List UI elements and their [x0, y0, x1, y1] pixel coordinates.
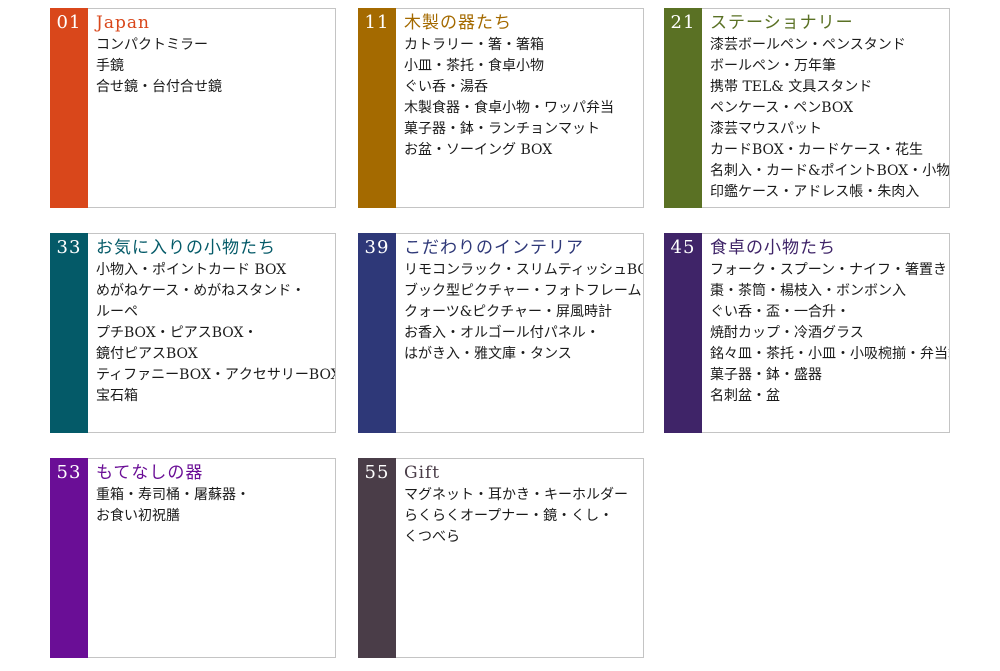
category-number: 11	[358, 8, 396, 208]
category-title[interactable]: お気に入りの小物たち	[96, 237, 335, 259]
list-item[interactable]: はがき入・雅文庫・タンス	[404, 344, 643, 365]
list-item[interactable]: 小皿・茶托・食卓小物	[404, 56, 643, 77]
list-item[interactable]: ブック型ピクチャー・フォトフレーム	[404, 281, 643, 302]
category-card-favorite-accessories[interactable]: 33 お気に入りの小物たち 小物入・ポイントカード BOX めがねケース・めがねス…	[50, 233, 336, 433]
list-item[interactable]: ぐい呑・湯呑	[404, 77, 643, 98]
list-item[interactable]: ルーペ	[96, 302, 335, 323]
list-item[interactable]: 携帯 TEL& 文具スタンド	[710, 77, 949, 98]
list-item[interactable]: 名刺入・カード&ポイントBOX・小物入	[710, 161, 949, 182]
list-item[interactable]: 菓子器・鉢・ランチョンマット	[404, 119, 643, 140]
item-list: 小物入・ポイントカード BOX めがねケース・めがねスタンド・ ルーペ プチBOX・ピ…	[96, 260, 335, 407]
list-item[interactable]: カードBOX・カードケース・花生	[710, 140, 949, 161]
item-list: カトラリー・箸・箸箱 小皿・茶托・食卓小物 ぐい呑・湯呑 木製食器・食卓小物・ワッパ弁…	[404, 35, 643, 161]
list-item[interactable]: 木製食器・食卓小物・ワッパ弁当	[404, 98, 643, 119]
category-title[interactable]: こだわりのインテリア	[404, 237, 643, 259]
category-number: 33	[50, 233, 88, 433]
item-list: フォーク・スプーン・ナイフ・箸置き 棗・茶筒・楊枝入・ボンボン入 ぐい呑・盃・一合升…	[710, 260, 949, 407]
category-title[interactable]: 木製の器たち	[404, 12, 643, 34]
category-number: 53	[50, 458, 88, 658]
list-item[interactable]: 菓子器・鉢・盛器	[710, 365, 949, 386]
list-item[interactable]: お香入・オルゴール付パネル・	[404, 323, 643, 344]
category-card-japan[interactable]: 01 Japan コンパクトミラー 手鏡 合せ鏡・台付合せ鏡	[50, 8, 336, 208]
item-list: コンパクトミラー 手鏡 合せ鏡・台付合せ鏡	[96, 35, 335, 98]
list-item[interactable]: フォーク・スプーン・ナイフ・箸置き	[710, 260, 949, 281]
category-number: 21	[664, 8, 702, 208]
category-number: 01	[50, 8, 88, 208]
list-item[interactable]: お食い初祝膳	[96, 506, 335, 527]
item-list: 漆芸ボールペン・ペンスタンド ボールペン・万年筆 携帯 TEL& 文具スタンド ペンケ…	[710, 35, 949, 203]
category-title[interactable]: ステーショナリー	[710, 12, 949, 34]
item-list: マグネット・耳かき・キーホルダー らくらくオープナー・鏡・くし・ くつべら	[404, 485, 643, 548]
list-item[interactable]: 名刺盆・盆	[710, 386, 949, 407]
list-item[interactable]: めがねケース・めがねスタンド・	[96, 281, 335, 302]
category-card-stationery[interactable]: 21 ステーショナリー 漆芸ボールペン・ペンスタンド ボールペン・万年筆 携帯 TE…	[664, 8, 950, 208]
category-card-interior[interactable]: 39 こだわりのインテリア リモコンラック・スリムティッシュBOX ブック型ピクチ…	[358, 233, 644, 433]
category-title[interactable]: Japan	[96, 12, 335, 34]
list-item[interactable]: カトラリー・箸・箸箱	[404, 35, 643, 56]
list-item[interactable]: 合せ鏡・台付合せ鏡	[96, 77, 335, 98]
list-item[interactable]: プチBOX・ピアスBOX・	[96, 323, 335, 344]
category-number: 45	[664, 233, 702, 433]
list-item[interactable]: 棗・茶筒・楊枝入・ボンボン入	[710, 281, 949, 302]
category-card-hospitality-ware[interactable]: 53 もてなしの器 重箱・寿司桶・屠蘇器・ お食い初祝膳	[50, 458, 336, 658]
category-card-gift[interactable]: 55 Gift マグネット・耳かき・キーホルダー らくらくオープナー・鏡・くし・く…	[358, 458, 644, 658]
list-item[interactable]: コンパクトミラー	[96, 35, 335, 56]
list-item[interactable]: 小物入・ポイントカード BOX	[96, 260, 335, 281]
list-item[interactable]: ペンケース・ペンBOX	[710, 98, 949, 119]
list-item[interactable]: 印鑑ケース・アドレス帳・朱肉入	[710, 182, 949, 203]
list-item[interactable]: ティファニーBOX・アクセサリーBOX・	[96, 365, 335, 386]
item-list: 重箱・寿司桶・屠蘇器・ お食い初祝膳	[96, 485, 335, 527]
list-item[interactable]: 焼酎カップ・冷酒グラス	[710, 323, 949, 344]
list-item[interactable]: 銘々皿・茶托・小皿・小吸椀揃・弁当箱	[710, 344, 949, 365]
list-item[interactable]: マグネット・耳かき・キーホルダー	[404, 485, 643, 506]
list-item[interactable]: リモコンラック・スリムティッシュBOX	[404, 260, 643, 281]
list-item[interactable]: ボールペン・万年筆	[710, 56, 949, 77]
list-item[interactable]: お盆・ソーイング BOX	[404, 140, 643, 161]
item-list: リモコンラック・スリムティッシュBOX ブック型ピクチャー・フォトフレーム クォーツ…	[404, 260, 643, 365]
category-card-wooden-ware[interactable]: 11 木製の器たち カトラリー・箸・箸箱 小皿・茶托・食卓小物 ぐい呑・湯呑 木製食器…	[358, 8, 644, 208]
category-number: 55	[358, 458, 396, 658]
category-title[interactable]: もてなしの器	[96, 462, 335, 484]
list-item[interactable]: 漆芸ボールペン・ペンスタンド	[710, 35, 949, 56]
list-item[interactable]: 宝石箱	[96, 386, 335, 407]
list-item[interactable]: 漆芸マウスパット	[710, 119, 949, 140]
category-number: 39	[358, 233, 396, 433]
category-title[interactable]: Gift	[404, 462, 643, 484]
list-item[interactable]: 鏡付ピアスBOX	[96, 344, 335, 365]
list-item[interactable]: 重箱・寿司桶・屠蘇器・	[96, 485, 335, 506]
list-item[interactable]: らくらくオープナー・鏡・くし・	[404, 506, 643, 527]
category-card-table-accessories[interactable]: 45 食卓の小物たち フォーク・スプーン・ナイフ・箸置き 棗・茶筒・楊枝入・ボンボ…	[664, 233, 950, 433]
list-item[interactable]: くつべら	[404, 527, 643, 548]
list-item[interactable]: ぐい呑・盃・一合升・	[710, 302, 949, 323]
list-item[interactable]: クォーツ&ピクチャー・屏風時計	[404, 302, 643, 323]
list-item[interactable]: 手鏡	[96, 56, 335, 77]
category-title[interactable]: 食卓の小物たち	[710, 237, 949, 259]
